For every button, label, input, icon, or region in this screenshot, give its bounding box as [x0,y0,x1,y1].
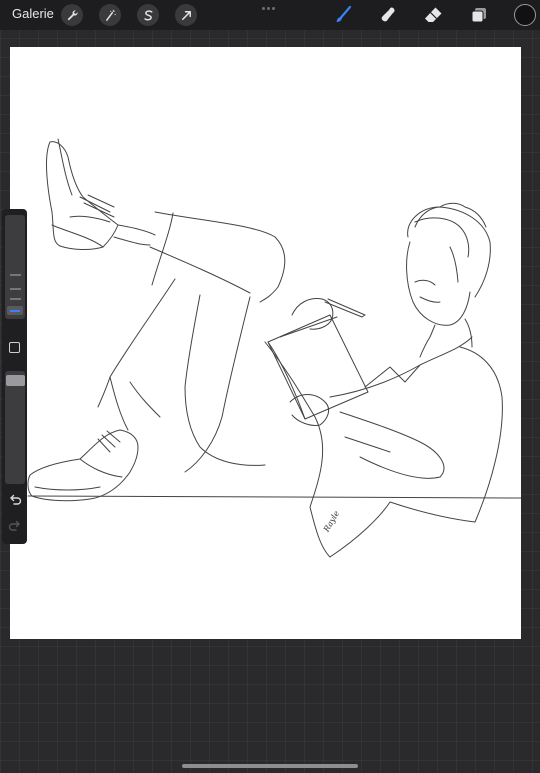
opacity-knob[interactable] [6,375,25,386]
sketch-artwork [27,138,521,558]
selection-icon[interactable] [137,4,159,26]
layers-icon[interactable] [469,5,489,25]
redo-icon[interactable] [7,518,23,534]
eraser-icon[interactable] [423,5,443,25]
transform-arrow-icon[interactable] [175,4,197,26]
opacity-slider[interactable] [5,371,25,484]
brush-icon[interactable] [333,5,353,25]
home-indicator[interactable] [182,764,358,768]
size-tick [10,274,21,276]
smudge-icon[interactable] [378,5,398,25]
side-toolbar [2,209,27,544]
magic-wand-icon[interactable] [99,4,121,26]
undo-icon[interactable] [7,492,23,508]
size-tick [10,298,21,300]
drag-handle[interactable] [262,7,275,10]
color-picker-button[interactable] [514,4,536,26]
top-toolbar: Galerie [0,0,540,30]
drawing-canvas[interactable]: Rayle [10,47,521,639]
size-tick [10,288,21,290]
gallery-button[interactable]: Galerie [12,6,54,21]
modify-button[interactable] [9,342,20,353]
brush-size-knob[interactable] [7,306,23,315]
wrench-icon[interactable] [61,4,83,26]
brush-size-slider[interactable] [5,215,25,319]
